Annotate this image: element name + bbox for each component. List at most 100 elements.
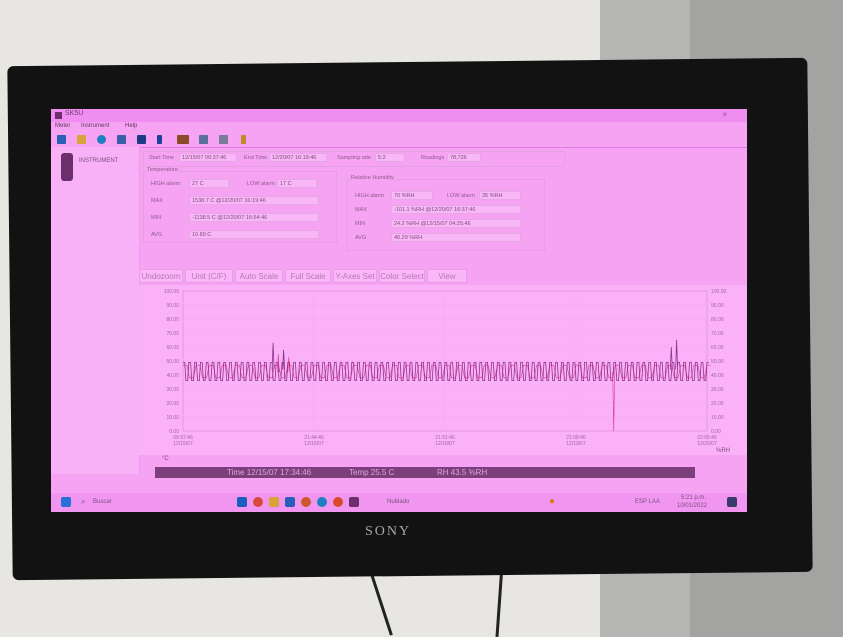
print-icon[interactable] [219, 135, 228, 144]
notification-icon[interactable] [727, 497, 737, 507]
y-tick-label-left: 60.00 [166, 345, 179, 351]
y-tick-label-right: 70.00 [711, 331, 724, 337]
start-time-field[interactable]: 12/15/07 00:37:46 [179, 153, 237, 162]
card-icon[interactable] [177, 135, 189, 144]
temp-low-alarm-label: LOW alarm [247, 181, 275, 187]
rh-min-label: MIN [355, 221, 366, 227]
toolbar [51, 133, 747, 148]
y-tick-label-left: 40.00 [166, 373, 179, 379]
windows-start-icon[interactable] [61, 497, 71, 507]
auto-scale-button[interactable]: Auto Scale [235, 269, 283, 283]
title-bar: SK5U × [51, 109, 747, 122]
x-tick-label-date: 12/16/07 [304, 441, 324, 447]
unit-cf-button[interactable]: Unit (C/F) [185, 269, 233, 283]
instrument-image[interactable] [61, 153, 73, 181]
chrome-icon[interactable] [253, 497, 263, 507]
battery-icon[interactable] [157, 135, 162, 144]
table-icon[interactable] [137, 135, 146, 144]
end-time-label: End Time [244, 155, 268, 161]
start-time-label: Start Time [149, 155, 175, 161]
close-icon[interactable]: × [722, 110, 727, 119]
edge-icon[interactable] [317, 497, 327, 507]
clock-date[interactable]: 10/01/2022 [677, 503, 707, 509]
temp-avg-field: 10.89 C [189, 230, 319, 239]
humidity-section-label: Relative Humidity [351, 175, 394, 181]
store-icon[interactable] [301, 497, 311, 507]
word-icon[interactable] [285, 497, 295, 507]
language-indicator[interactable]: ESP LAA [635, 499, 660, 505]
cable [495, 564, 504, 637]
rh-avg-field: 40.29 %RH [391, 233, 521, 242]
status-temp: Temp 25.5 C [349, 468, 395, 477]
menu-item-instrument[interactable]: Instrument [81, 123, 109, 129]
app-icon[interactable] [349, 497, 359, 507]
view-button[interactable]: View [427, 269, 467, 283]
rh-low-alarm-label: LOW alarm [447, 193, 475, 199]
y-tick-label-right: 50.00 [711, 359, 724, 365]
download-icon[interactable] [97, 135, 106, 144]
y-tick-label-right: 40.00 [711, 373, 724, 379]
sampling-rate-field[interactable]: 5:2 [375, 153, 405, 162]
y-tick-label-right: 20.00 [711, 401, 724, 407]
y-tick-label-left: 20.00 [166, 401, 179, 407]
y-tick-label-right: 90.00 [711, 303, 724, 309]
search-icon[interactable]: ⌕ [81, 497, 85, 507]
save-icon[interactable] [57, 135, 66, 144]
y-tick-label-right: 30.00 [711, 387, 724, 393]
taskbar-search[interactable]: Buscar [93, 499, 112, 505]
grid-icon[interactable] [117, 135, 126, 144]
temp-avg-label: AVG [151, 232, 163, 238]
rh-max-field: -101.1 %RH @12/20/07 16:37:46 [391, 205, 521, 214]
y-unit-left-label: °C [162, 456, 169, 462]
temp-min-field: -1138.5 C @12/20/07 16:54:46 [189, 213, 319, 222]
undozoom-button[interactable]: Undozoom [139, 269, 183, 283]
menu-item-help[interactable]: Help [125, 123, 137, 129]
clock-time[interactable]: 5:21 p.m. [681, 495, 706, 501]
y-axes-set-button[interactable]: Y-Axes Set [333, 269, 377, 283]
chart-area[interactable]: 100.00 100.00 90.00 90.00 80.00 80.00 70.00 70.… [139, 285, 747, 455]
menu-bar: Meter Instrument Help [51, 122, 747, 133]
x-tick-label-date: 12/18/07 [435, 441, 455, 447]
help-icon[interactable] [241, 135, 246, 144]
y-tick-label-right: 10.00 [711, 415, 724, 421]
y-tick-label-left: 100.00 [164, 289, 180, 295]
instrument-label[interactable]: INSTRUMENT [79, 158, 118, 164]
end-time-field[interactable]: 12/20/07 16:19:46 [269, 153, 327, 162]
rh-min-field: 24.2 %RH @12/15/07 04:25:46 [391, 219, 521, 228]
screen: SK5U × Meter Instrument Help INSTRUMENT … [51, 109, 747, 512]
readings-field: 78,726 [447, 153, 481, 162]
y-tick-label-left: 30.00 [166, 387, 179, 393]
layout-icon[interactable] [199, 135, 208, 144]
sampling-rate-label: Sampling rate [337, 155, 371, 161]
mail-icon[interactable] [333, 497, 343, 507]
monitor-brand: SONY [365, 524, 412, 539]
y-tick-label-left: 90.00 [166, 303, 179, 309]
full-scale-button[interactable]: Full Scale [285, 269, 331, 283]
x-tick-label-date: 12/19/07 [566, 441, 586, 447]
temp-high-alarm-field[interactable]: 27 C [189, 179, 229, 188]
temp-max-field: 1538.7 C @12/20/07 16:19:46 [189, 196, 319, 205]
app-icon [55, 112, 62, 119]
taskbar: ⌕ Buscar Nublado ● ESP LAA 5:21 p.m. 10/… [51, 493, 747, 512]
weather-icon: ● [549, 496, 556, 507]
x-tick-label-date: 12/20/07 [697, 441, 717, 447]
readings-label: Readings [421, 155, 445, 161]
sidebar: INSTRUMENT [51, 147, 140, 474]
rh-high-alarm-field[interactable]: 70 %RH [391, 191, 433, 200]
status-bar: Time 12/15/07 17:34:46 Temp 25.5 C RH 43… [155, 467, 695, 478]
y-tick-label-left: 50.00 [166, 359, 179, 365]
file-explorer-icon[interactable] [269, 497, 279, 507]
rh-high-alarm-label: HIGH alarm [355, 193, 385, 199]
chart-svg[interactable]: 100.00 100.00 90.00 90.00 80.00 80.00 70.00 70.… [139, 285, 747, 455]
menu-item-meter[interactable]: Meter [55, 123, 70, 129]
rh-low-alarm-field[interactable]: 35 %RH [479, 191, 521, 200]
y-tick-label-left: 70.00 [166, 331, 179, 337]
task-view-icon[interactable] [237, 497, 247, 507]
temperature-section-label: Temperature [147, 167, 178, 173]
taskbar-weather: Nublado [387, 499, 410, 505]
open-icon[interactable] [77, 135, 86, 144]
temp-low-alarm-field[interactable]: 17 C [277, 179, 317, 188]
color-select-button[interactable]: Color Select [379, 269, 425, 283]
status-rh: RH 43.5 %RH [437, 468, 488, 477]
y-tick-label-right: 60.00 [711, 345, 724, 351]
